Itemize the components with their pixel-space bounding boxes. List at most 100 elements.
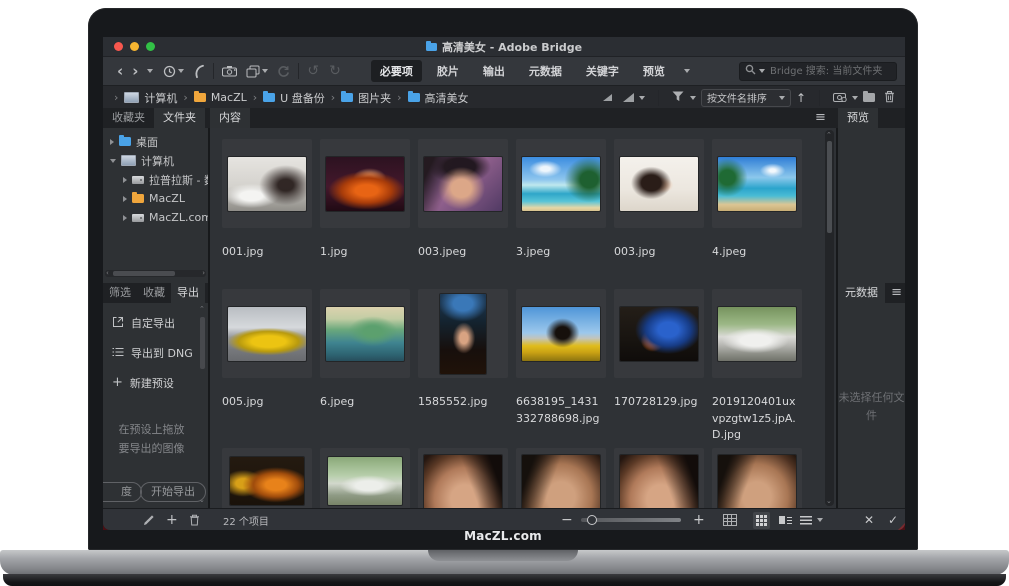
file-item[interactable] <box>222 448 312 508</box>
disclosure-collapsed-icon[interactable] <box>123 177 127 183</box>
workspace-tab[interactable]: 输出 <box>474 60 514 82</box>
file-item[interactable]: 005.jpg <box>222 289 312 444</box>
workspace-tab[interactable]: 预览 <box>634 60 674 82</box>
file-item[interactable]: 003.jpeg <box>418 139 508 261</box>
refresh-icon[interactable] <box>277 65 290 78</box>
disclosure-expanded-icon[interactable] <box>110 159 116 163</box>
tab-metadata[interactable]: 元数据 <box>838 283 885 303</box>
disclosure-collapsed-icon[interactable] <box>110 139 114 145</box>
nav-history-chevron-icon[interactable] <box>147 69 153 73</box>
scroll-up-icon[interactable]: ⌃ <box>826 131 832 139</box>
quality-chevron-icon[interactable] <box>639 96 645 100</box>
export-panel-tab[interactable]: 收藏 <box>137 283 171 303</box>
file-thumbnail-box[interactable] <box>516 448 606 508</box>
file-thumbnail-box[interactable] <box>516 289 606 378</box>
scrollbar-thumb[interactable] <box>200 317 205 369</box>
file-item[interactable] <box>614 448 704 508</box>
recent-items-chevron-icon[interactable] <box>178 69 184 73</box>
file-thumbnail-box[interactable] <box>320 448 410 508</box>
progress-button[interactable]: 度 <box>103 482 142 502</box>
disclosure-collapsed-icon[interactable] <box>123 196 127 202</box>
breadcrumb-item[interactable]: › 高清美女 <box>396 90 468 106</box>
file-thumbnail-box[interactable] <box>614 289 704 378</box>
workspace-tab[interactable]: 胶片 <box>428 60 468 82</box>
content-scrollbar[interactable]: ⌃ ⌄ <box>825 130 834 506</box>
recent-items-clock-icon[interactable] <box>163 65 176 78</box>
tree-item-desktop[interactable]: 桌面 <box>103 132 208 151</box>
scrollbar-thumb[interactable] <box>827 141 832 233</box>
file-thumbnail-box[interactable] <box>418 448 508 508</box>
breadcrumb-item[interactable]: › MacZL <box>182 91 246 104</box>
filter-chevron-icon[interactable] <box>690 96 696 100</box>
file-thumbnail-box[interactable] <box>418 289 508 378</box>
content-panel-menu-icon[interactable]: ≡ <box>815 108 826 128</box>
tab-content[interactable]: 内容 <box>210 108 250 128</box>
search-scope-chevron-icon[interactable] <box>759 69 765 73</box>
forward-button[interactable]: › <box>132 64 138 79</box>
file-item[interactable]: 6.jpeg <box>320 289 410 444</box>
scroll-left-icon[interactable]: ‹ <box>106 271 109 276</box>
close-button[interactable] <box>114 42 123 51</box>
preview-quality-icon[interactable] <box>623 93 634 102</box>
file-thumbnail-box[interactable] <box>320 139 410 228</box>
file-thumbnail-box[interactable] <box>614 448 704 508</box>
open-recent-camera-icon[interactable] <box>833 91 847 105</box>
file-item[interactable] <box>516 448 606 508</box>
workspace-more-chevron-icon[interactable] <box>684 69 690 73</box>
file-item[interactable] <box>712 448 802 508</box>
sort-dropdown[interactable]: 按文件名排序 <box>701 89 791 107</box>
start-export-button[interactable]: 开始导出 <box>140 482 206 502</box>
export-scrollbar[interactable]: ⌃ ⌄ <box>198 305 207 504</box>
file-item[interactable]: 001.jpg <box>222 139 312 261</box>
zoom-button[interactable] <box>146 42 155 51</box>
search-box[interactable] <box>739 62 897 81</box>
custom-export-item[interactable]: 自定导出 <box>103 313 208 333</box>
workspace-tab[interactable]: 必要项 <box>371 60 422 82</box>
file-thumbnail-box[interactable] <box>712 448 802 508</box>
sidebar-panel-tab[interactable]: 文件夹 <box>154 108 205 128</box>
sort-ascending-icon[interactable]: ↑ <box>796 91 806 105</box>
back-button[interactable]: ‹ <box>117 64 123 79</box>
tree-item-maczl[interactable]: MacZL <box>103 189 208 208</box>
file-thumbnail-box[interactable] <box>712 139 802 228</box>
workspace-tab[interactable]: 元数据 <box>520 60 571 82</box>
scroll-down-icon[interactable]: ⌄ <box>826 497 832 505</box>
file-item[interactable]: 2019120401uxvpzgtw1z5.jpA.D.jpg <box>712 289 802 444</box>
file-thumbnail-box[interactable] <box>320 289 410 378</box>
tree-item-computer[interactable]: 计算机 <box>103 151 208 170</box>
file-item[interactable] <box>320 448 410 508</box>
boomerang-icon[interactable] <box>193 64 205 79</box>
export-panel-tab[interactable]: 导出 <box>171 283 205 303</box>
file-item[interactable]: 4.jpeg <box>712 139 802 261</box>
copy-files-icon[interactable] <box>246 65 260 78</box>
file-thumbnail-box[interactable] <box>222 448 312 508</box>
file-item[interactable]: 170728129.jpg <box>614 289 704 444</box>
scrollbar-thumb[interactable] <box>113 271 175 276</box>
workspace-tab[interactable]: 关键字 <box>577 60 628 82</box>
file-thumbnail-box[interactable] <box>418 139 508 228</box>
new-preset-item[interactable]: + 新建预设 <box>103 373 208 393</box>
undo-icon[interactable]: ↺ <box>307 63 319 79</box>
file-item[interactable]: 1585552.jpg <box>418 289 508 444</box>
redo-icon[interactable]: ↻ <box>329 63 341 79</box>
metadata-menu-icon[interactable]: ≡ <box>891 283 902 303</box>
tab-preview[interactable]: 预览 <box>838 108 878 128</box>
sidebar-panel-tab[interactable]: 收藏夹 <box>103 108 154 128</box>
file-item[interactable] <box>418 448 508 508</box>
file-item[interactable]: 3.jpeg <box>516 139 606 261</box>
scroll-up-icon[interactable]: ⌃ <box>199 305 205 313</box>
breadcrumb-item[interactable]: › 计算机 <box>113 90 177 106</box>
thumbnail-quality-icon[interactable] <box>603 94 612 101</box>
file-thumbnail-box[interactable] <box>712 289 802 378</box>
new-folder-icon[interactable] <box>863 93 875 102</box>
file-thumbnail-box[interactable] <box>222 139 312 228</box>
file-thumbnail-box[interactable] <box>614 139 704 228</box>
export-panel-tab[interactable]: 筛选 <box>103 283 137 303</box>
search-input[interactable] <box>768 65 891 78</box>
tree-item-maczl-com[interactable]: MacZL.com <box>103 208 208 227</box>
breadcrumb-item[interactable]: › 图片夹 <box>330 90 391 106</box>
file-thumbnail-box[interactable] <box>222 289 312 378</box>
filter-funnel-icon[interactable] <box>672 91 685 105</box>
horizontal-scrollbar[interactable]: ‹ › <box>105 270 206 277</box>
scroll-right-icon[interactable]: › <box>202 271 205 276</box>
